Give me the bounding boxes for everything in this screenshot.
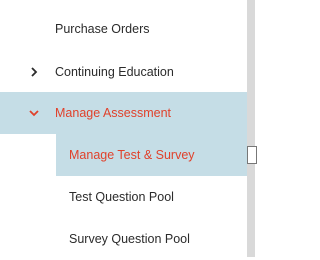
sidebar-item-manage-assessment[interactable]: Manage Assessment [0, 92, 247, 134]
sidebar-item-label: Manage Assessment [55, 106, 172, 120]
content-panel-edge [247, 146, 257, 164]
sidebar-subitem-test-question-pool[interactable]: Test Question Pool [0, 176, 247, 218]
sidebar-subitem-manage-test-survey[interactable]: Manage Test & Survey [56, 134, 247, 176]
sidebar-item-label: Purchase Orders [55, 22, 150, 36]
sidebar-subitem-survey-question-pool[interactable]: Survey Question Pool [0, 218, 247, 260]
chevron-down-icon[interactable] [29, 108, 39, 118]
chevron-right-icon[interactable] [29, 67, 39, 77]
sidebar-item-label: Survey Question Pool [69, 232, 190, 246]
sidebar-item-label: Test Question Pool [69, 190, 174, 204]
sidebar-item-purchase-orders[interactable]: Purchase Orders [0, 8, 247, 50]
sidebar-item-label: Continuing Education [55, 65, 174, 79]
sidebar-menu: Purchase Orders Continuing Education Man… [0, 0, 247, 257]
sidebar-item-label: Manage Test & Survey [69, 148, 195, 162]
scrollbar-track[interactable] [247, 0, 255, 257]
sidebar-item-continuing-education[interactable]: Continuing Education [0, 51, 247, 93]
